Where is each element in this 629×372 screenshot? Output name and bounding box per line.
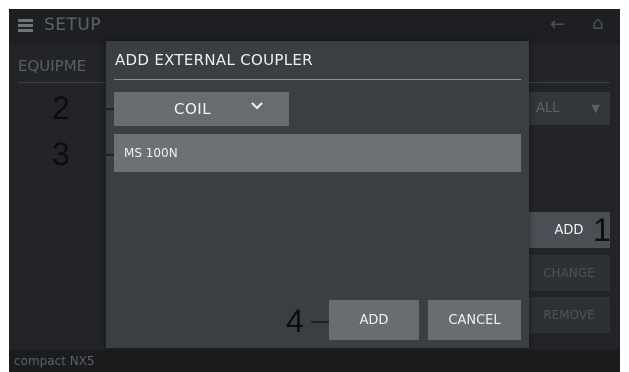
change-button[interactable]: CHANGE [528,255,610,291]
device-name: compact NX5 [14,354,95,368]
dialog-divider [114,79,521,80]
filter-value: ALL [536,101,560,116]
filter-dropdown[interactable]: ALL ▼ [528,92,610,125]
setup-menu-icon[interactable] [18,19,33,33]
coupler-type-value: COIL [174,100,212,118]
callout-1: 1 [593,212,611,248]
list-item[interactable]: MS 100N [124,146,178,160]
callout-4: 4 [286,303,304,339]
dialog-add-button[interactable]: ADD [329,300,419,340]
section-title: EQUIPME [18,57,87,75]
callout-3-leader [84,154,114,156]
callout-4-leader [311,321,329,323]
back-arrow-icon[interactable]: ← [550,14,565,35]
callout-2-leader [84,108,114,110]
remove-button[interactable]: REMOVE [528,297,610,333]
page-title: SETUP [44,15,102,35]
coupler-type-select[interactable]: COIL [114,92,289,126]
chevron-down-icon [250,99,264,117]
chevron-down-icon: ▼ [591,102,600,115]
status-bar [9,350,620,372]
dialog-title: ADD EXTERNAL COUPLER [115,51,313,69]
dialog-cancel-button[interactable]: CANCEL [428,300,521,340]
home-icon[interactable]: ⌂ [592,13,603,34]
callout-3: 3 [52,136,70,172]
callout-2: 2 [52,90,70,126]
